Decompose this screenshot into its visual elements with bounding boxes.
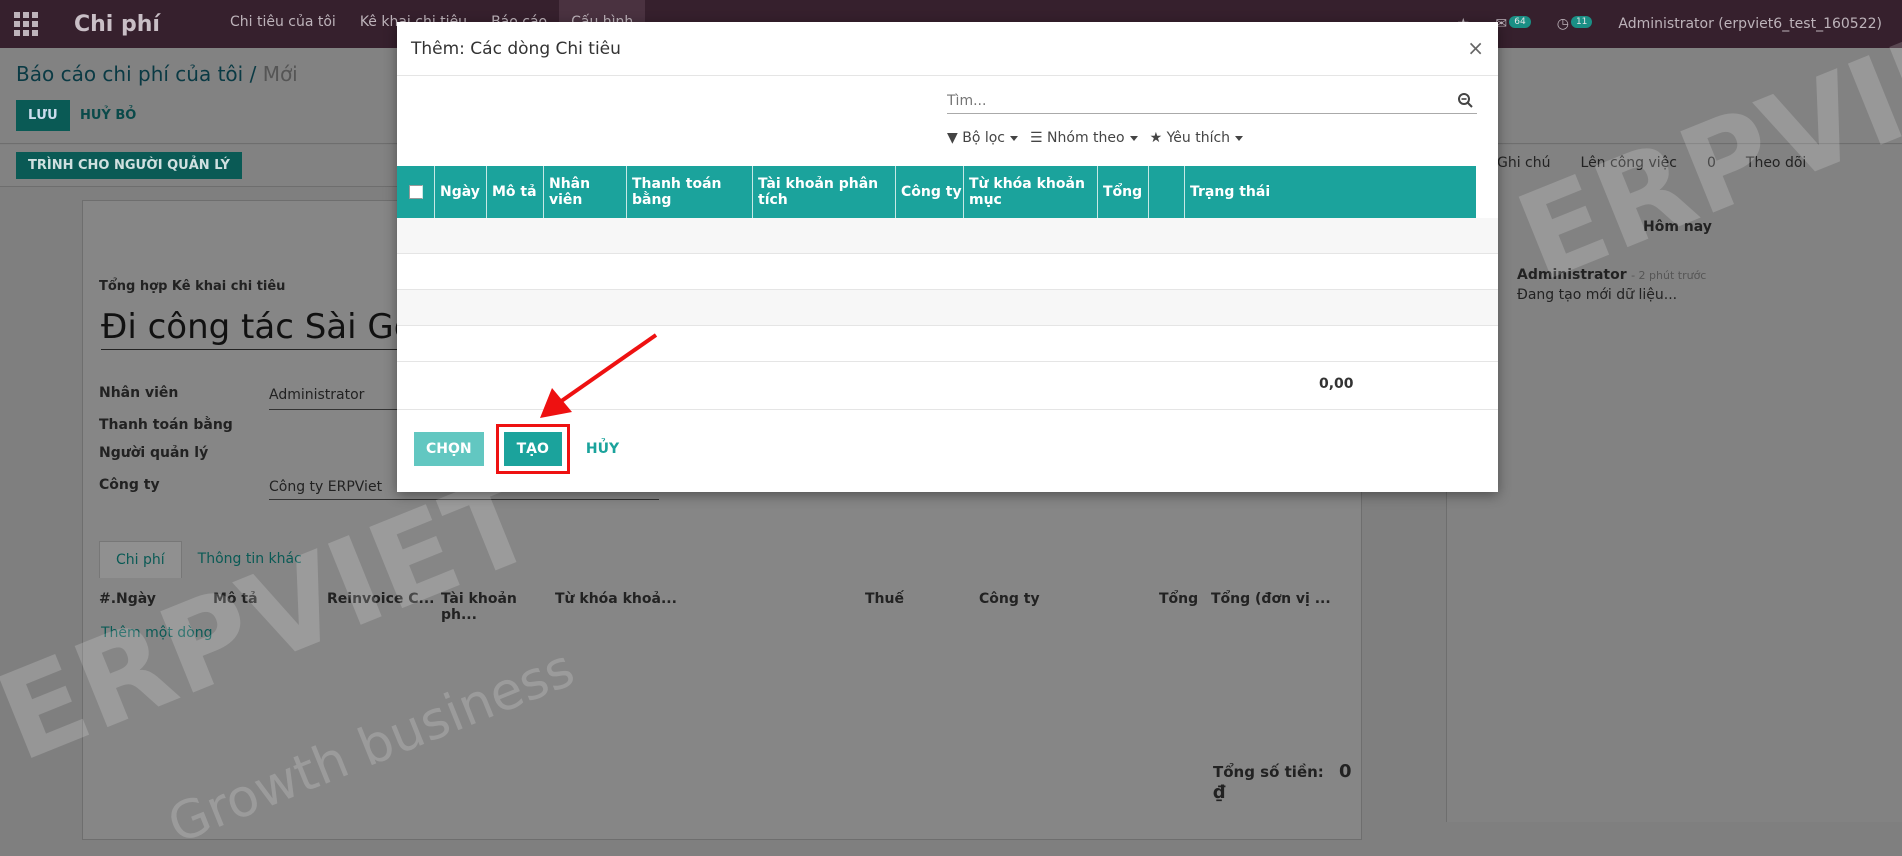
annotation-arrow-icon bbox=[540, 333, 658, 418]
